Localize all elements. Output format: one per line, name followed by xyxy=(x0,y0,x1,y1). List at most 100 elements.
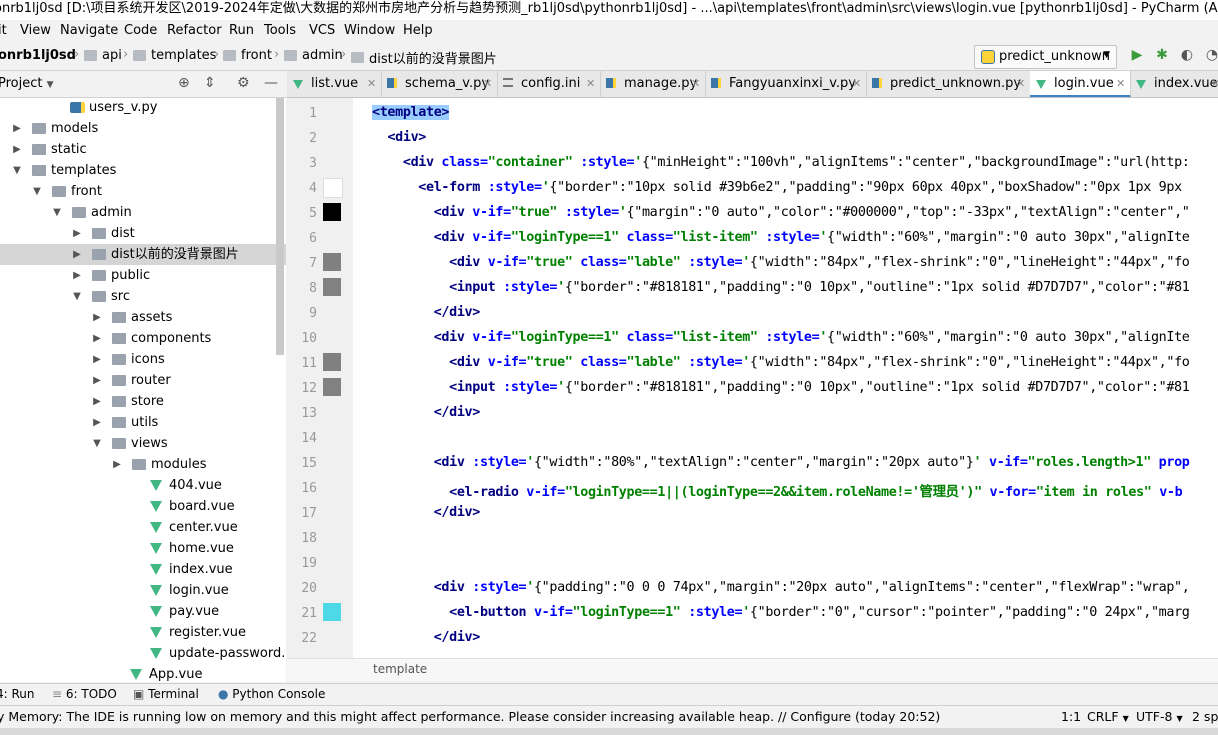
menu-refactor[interactable]: Refactor xyxy=(167,23,222,38)
code-line[interactable]: </div> xyxy=(372,630,481,645)
tree-folder[interactable]: ▶ assets xyxy=(0,307,286,328)
code-line[interactable]: <div :style='{"padding":"0 0 0 74px","ma… xyxy=(372,580,1190,595)
code-line[interactable]: <div v-if="true" class="lable" :style='{… xyxy=(372,255,1190,270)
chevron-right-icon[interactable]: ▶ xyxy=(12,118,22,139)
chevron-right-icon[interactable]: ▶ xyxy=(92,307,102,328)
chevron-right-icon[interactable]: ▶ xyxy=(72,223,82,244)
coverage-icon[interactable]: ◐ xyxy=(1179,47,1195,63)
chevron-down-icon[interactable]: ▼ xyxy=(12,160,22,181)
tree-file[interactable]: index.vue xyxy=(0,559,286,580)
code-line[interactable]: <el-radio v-if="loginType==1||(loginType… xyxy=(372,480,1183,500)
status-position[interactable]: 1:1 xyxy=(1061,709,1081,724)
color-swatch[interactable] xyxy=(323,253,341,271)
tree-folder[interactable]: ▶ icons xyxy=(0,349,286,370)
tool-todo[interactable]: ≡ 6: TODO xyxy=(52,687,117,701)
menu-edit[interactable]: it xyxy=(0,23,7,38)
menu-window[interactable]: Window xyxy=(344,23,395,38)
code-line[interactable]: <div v-if="loginType==1" class="list-ite… xyxy=(372,330,1190,345)
code-line[interactable]: <div class="container" :style='{"minHeig… xyxy=(372,155,1190,170)
locate-icon[interactable]: ⊕ xyxy=(178,75,190,91)
code-line[interactable]: <div v-if="loginType==1" class="list-ite… xyxy=(372,230,1190,245)
code-editor[interactable]: 1 2 3 4 5 6 7 8 9 10 11 12 13 14 15 16 17 18 19 20 21 22 <tem… xyxy=(287,98,1218,658)
code-line[interactable]: <div :style='{"width":"80%","textAlign":… xyxy=(372,455,1190,470)
color-swatch[interactable] xyxy=(323,378,341,396)
profile-icon[interactable]: ◔ xyxy=(1204,47,1218,63)
tool-terminal[interactable]: ▣ Terminal xyxy=(133,687,199,701)
tree-folder[interactable]: ▼ src xyxy=(0,286,286,307)
run-configuration-select[interactable]: predict_unknown ▼ xyxy=(974,45,1117,69)
run-icon[interactable]: ▶ xyxy=(1129,47,1145,63)
tree-file[interactable]: users_v.py xyxy=(0,98,286,118)
close-icon[interactable]: ✕ xyxy=(367,71,376,96)
editor-breadcrumb-item[interactable]: template xyxy=(373,662,427,676)
chevron-down-icon[interactable]: ▼ xyxy=(32,181,42,202)
tree-folder[interactable]: ▶ store xyxy=(0,391,286,412)
color-swatch[interactable] xyxy=(323,203,341,221)
chevron-right-icon[interactable]: ▶ xyxy=(92,391,102,412)
color-swatch[interactable] xyxy=(323,178,343,198)
color-swatch[interactable] xyxy=(323,603,341,621)
status-line-separator[interactable]: CRLF ▼ xyxy=(1087,709,1129,724)
tree-folder[interactable]: ▼ admin xyxy=(0,202,286,223)
tab-login-vue[interactable]: login.vue ✕ xyxy=(1030,71,1131,97)
tab-schema-v-py[interactable]: schema_v.py ✕ xyxy=(381,71,498,97)
tree-folder[interactable]: ▶ public xyxy=(0,265,286,286)
breadcrumb-api[interactable]: api xyxy=(84,48,122,63)
close-icon[interactable]: ✕ xyxy=(1016,71,1025,96)
tree-folder[interactable]: ▶ components xyxy=(0,328,286,349)
breadcrumb-project[interactable]: onrb1lj0sd xyxy=(0,48,76,63)
chevron-down-icon[interactable]: ▼ xyxy=(92,433,102,454)
status-indent[interactable]: 2 sp xyxy=(1192,709,1218,724)
hide-icon[interactable]: — xyxy=(264,75,278,91)
code-line[interactable]: <div v-if="true" :style='{"margin":"0 au… xyxy=(372,205,1190,220)
tree-file[interactable]: App.vue xyxy=(0,664,286,682)
tree-file[interactable]: update-password.vue xyxy=(0,643,286,664)
tool-run[interactable]: 4: Run xyxy=(0,687,35,701)
breadcrumb-templates[interactable]: templates xyxy=(133,48,216,63)
status-message[interactable]: y Memory: The IDE is running low on memo… xyxy=(0,709,940,724)
tree-folder[interactable]: ▼ views xyxy=(0,433,286,454)
code-line[interactable]: </div> xyxy=(372,405,481,420)
menu-vcs[interactable]: VCS xyxy=(309,23,335,38)
chevron-right-icon[interactable]: ▶ xyxy=(72,244,82,265)
tree-file[interactable]: 404.vue xyxy=(0,475,286,496)
code-line[interactable]: <el-form :style='{"border":"10px solid #… xyxy=(372,180,1182,195)
tree-folder[interactable]: ▶ dist xyxy=(0,223,286,244)
tree-folder[interactable]: ▶ dist以前的没背景图片 xyxy=(0,244,286,265)
close-icon[interactable]: ✕ xyxy=(586,71,595,96)
tree-folder[interactable]: ▶ static xyxy=(0,139,286,160)
project-panel-title[interactable]: Project ▼ xyxy=(0,76,54,91)
menu-code[interactable]: Code xyxy=(124,23,157,38)
tree-folder[interactable]: ▼ front xyxy=(0,181,286,202)
code-line[interactable]: <template> xyxy=(372,105,449,120)
code-line[interactable]: <input :style='{"border":"#818181","padd… xyxy=(372,280,1190,295)
chevron-down-icon[interactable]: ▼ xyxy=(72,286,82,307)
status-encoding[interactable]: UTF-8 ▼ xyxy=(1136,709,1183,724)
code-line[interactable]: <div v-if="true" class="lable" :style='{… xyxy=(372,355,1190,370)
chevron-right-icon[interactable]: ▶ xyxy=(92,412,102,433)
tool-python-console[interactable]: ● Python Console xyxy=(218,687,325,701)
breadcrumb-admin[interactable]: admin xyxy=(284,48,343,63)
chevron-right-icon[interactable]: ▶ xyxy=(72,265,82,286)
tab-manage-py[interactable]: manage.py ✕ xyxy=(600,71,706,97)
tree-file[interactable]: center.vue xyxy=(0,517,286,538)
tab-config-ini[interactable]: config.ini ✕ xyxy=(497,71,601,97)
tree-file[interactable]: board.vue xyxy=(0,496,286,517)
chevron-right-icon[interactable]: ▶ xyxy=(92,349,102,370)
tree-folder[interactable]: ▶ models xyxy=(0,118,286,139)
tab-fangyuanxinxi-v-py[interactable]: Fangyuanxinxi_v.py ✕ xyxy=(705,71,867,97)
breadcrumb-front[interactable]: front xyxy=(223,48,272,63)
gear-icon[interactable]: ⚙ xyxy=(237,75,250,91)
menu-navigate[interactable]: Navigate xyxy=(60,23,118,38)
code-line[interactable]: </div> xyxy=(372,505,481,520)
menu-tools[interactable]: Tools xyxy=(264,23,296,38)
tree-file[interactable]: pay.vue xyxy=(0,601,286,622)
menu-view[interactable]: View xyxy=(20,23,51,38)
code-line[interactable]: <el-button v-if="loginType==1" :style='{… xyxy=(372,605,1190,620)
chevron-right-icon[interactable]: ▶ xyxy=(112,454,122,475)
code-line[interactable]: <div> xyxy=(372,130,426,145)
tree-folder[interactable]: ▶ utils xyxy=(0,412,286,433)
chevron-down-icon[interactable]: ▼ xyxy=(52,202,62,223)
tree-folder[interactable]: ▶ router xyxy=(0,370,286,391)
color-swatch[interactable] xyxy=(323,278,341,296)
